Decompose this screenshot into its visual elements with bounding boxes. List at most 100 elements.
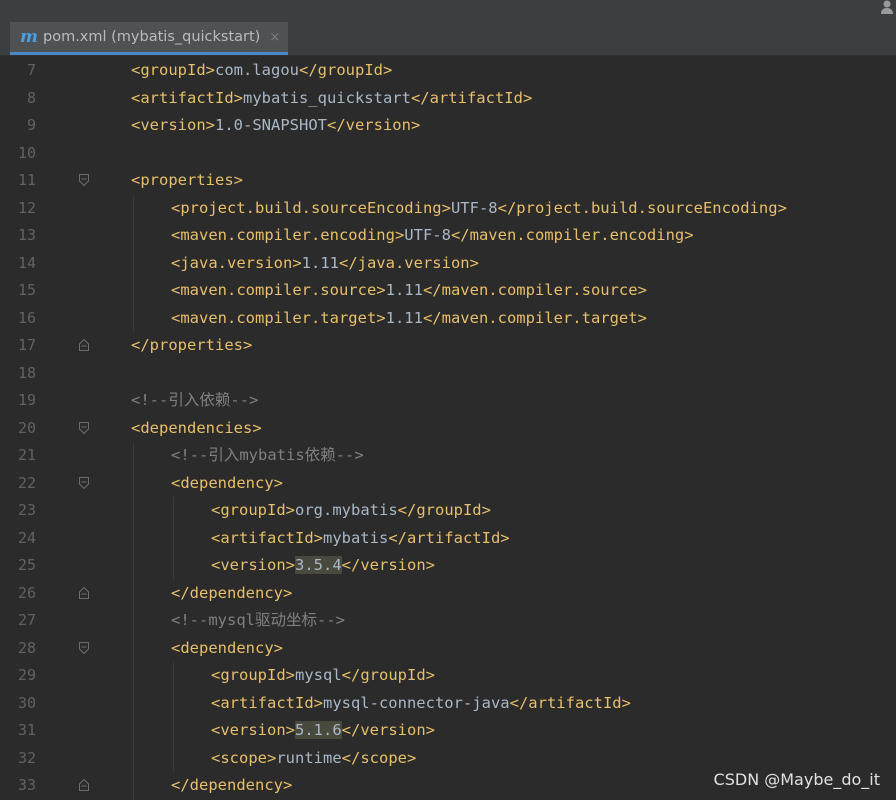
code-line[interactable]: 9 <version>1.0-SNAPSHOT</version> bbox=[0, 112, 896, 140]
xml-value: 1.11 bbox=[385, 308, 423, 327]
code-text: <artifactId>mysql-connector-java</artifa… bbox=[211, 690, 631, 718]
xml-tag: <groupId> bbox=[211, 666, 295, 684]
xml-tag: </groupId> bbox=[397, 501, 491, 519]
xml-tag: <maven.compiler.target> bbox=[171, 308, 386, 327]
fold-open-icon[interactable] bbox=[79, 641, 89, 654]
xml-value: 1.11 bbox=[301, 253, 339, 272]
code-text: <dependency> bbox=[171, 470, 283, 498]
xml-tag: </project.build.sourceEncoding> bbox=[497, 198, 787, 217]
code-line[interactable]: 17 </properties> bbox=[0, 332, 896, 360]
code-line[interactable]: 20 <dependencies> bbox=[0, 415, 896, 443]
fold-open-icon[interactable] bbox=[79, 174, 89, 186]
code-line[interactable]: 7 <groupId>com.lagou</groupId> bbox=[0, 57, 896, 85]
code-text: <groupId>mysql</groupId> bbox=[211, 662, 435, 690]
code-line[interactable]: 15 <maven.compiler.source>1.11</maven.com… bbox=[0, 277, 896, 305]
fold-close-icon[interactable] bbox=[79, 339, 89, 351]
tab-label: pom.xml (mybatis_quickstart) bbox=[43, 29, 261, 45]
code-text: <maven.compiler.target>1.11</maven.compi… bbox=[171, 305, 647, 333]
code-line[interactable]: 12 <project.build.sourceEncoding>UTF-8</p… bbox=[0, 194, 896, 222]
code-line[interactable]: 28 <dependency> bbox=[0, 634, 896, 663]
xml-tag: </scope> bbox=[341, 748, 417, 767]
xml-tag: <maven.compiler.encoding> bbox=[171, 226, 405, 244]
line-number: 26 bbox=[17, 583, 36, 602]
tab-pom-xml[interactable]: m pom.xml (mybatis_quickstart) × bbox=[10, 22, 289, 55]
code-text: <groupId>com.lagou</groupId> bbox=[131, 57, 392, 85]
code-line[interactable]: 25 <version>3.5.4</version> bbox=[0, 552, 896, 580]
xml-tag: </artifactId> bbox=[388, 528, 510, 547]
indent-guide bbox=[133, 689, 134, 717]
code-line[interactable]: 30 <artifactId>mysql-connector-java</arti… bbox=[0, 689, 896, 718]
code-line[interactable]: 31 <version>5.1.6</version> bbox=[0, 717, 896, 745]
code-text: <!--引入mybatis依赖--> bbox=[171, 442, 364, 470]
indent-guide bbox=[133, 662, 134, 690]
xml-value: runtime bbox=[276, 748, 342, 767]
code-text: <dependency> bbox=[171, 635, 283, 663]
code-line[interactable]: 32 <scope>runtime</scope> bbox=[0, 744, 896, 772]
code-text: </dependency> bbox=[171, 772, 292, 800]
code-line[interactable]: 16 <maven.compiler.target>1.11</maven.com… bbox=[0, 304, 896, 333]
indent-guide bbox=[173, 497, 174, 525]
code-line[interactable]: 29 <groupId>mysql</groupId> bbox=[0, 662, 896, 690]
xml-value: UTF-8 bbox=[450, 198, 498, 217]
xml-value: 1.11 bbox=[385, 281, 423, 299]
indent-guide bbox=[173, 689, 174, 717]
code-line[interactable]: 13 <maven.compiler.encoding>UTF-8</maven.… bbox=[0, 222, 896, 250]
indent-guide bbox=[173, 662, 174, 690]
xml-tag: <artifactId> bbox=[211, 693, 323, 712]
indent-guide bbox=[133, 222, 134, 250]
indent-guide bbox=[133, 607, 134, 635]
xml-tag: </maven.compiler.source> bbox=[422, 281, 647, 299]
code-line[interactable]: 8 <artifactId>mybatis_quickstart</artifac… bbox=[0, 85, 896, 113]
line-number: 23 bbox=[17, 501, 36, 519]
fold-close-icon[interactable] bbox=[79, 586, 89, 599]
xml-value: com.lagou bbox=[215, 61, 299, 79]
user-icon[interactable] bbox=[880, 0, 894, 14]
line-number: 33 bbox=[17, 776, 36, 794]
xml-value: mysql bbox=[295, 666, 342, 684]
line-number: 29 bbox=[17, 666, 36, 684]
xml-value: 5.1.6 bbox=[295, 721, 342, 739]
code-text: <artifactId>mybatis_quickstart</artifact… bbox=[131, 85, 532, 113]
xml-value: 1.0-SNAPSHOT bbox=[215, 116, 327, 134]
indent-guide bbox=[133, 194, 134, 222]
code-line[interactable]: 21 <!--引入mybatis依赖--> bbox=[0, 442, 896, 470]
line-number: 28 bbox=[17, 638, 36, 657]
code-editor[interactable]: 7 <groupId>com.lagou</groupId> 8 <artifactI… bbox=[0, 56, 896, 800]
maven-file-icon: m bbox=[20, 27, 38, 47]
xml-tag: <artifactId> bbox=[131, 88, 243, 107]
xml-tag: <properties> bbox=[131, 171, 243, 189]
fold-open-icon[interactable] bbox=[79, 421, 89, 434]
code-line[interactable]: 22 <dependency> bbox=[0, 469, 896, 498]
line-number: 31 bbox=[17, 721, 36, 739]
indent-guide bbox=[133, 277, 134, 305]
indent-guide bbox=[133, 717, 134, 745]
xml-tag: </artifactId> bbox=[410, 88, 533, 107]
code-line[interactable]: 24 <artifactId>mybatis</artifactId> bbox=[0, 524, 896, 552]
fold-close-icon[interactable] bbox=[79, 779, 89, 791]
code-line[interactable]: 11 <properties> bbox=[0, 167, 896, 195]
line-number: 20 bbox=[17, 418, 36, 437]
code-line[interactable]: 27 <!--mysql驱动坐标--> bbox=[0, 607, 896, 635]
code-line[interactable]: 10 bbox=[0, 140, 896, 168]
code-line[interactable]: 26 </dependency> bbox=[0, 579, 896, 607]
code-text: <version>5.1.6</version> bbox=[211, 717, 435, 745]
line-number: 21 bbox=[17, 446, 36, 464]
indent-guide bbox=[133, 552, 134, 580]
code-line[interactable]: 14 <java.version>1.11</java.version> bbox=[0, 249, 896, 277]
xml-value: UTF-8 bbox=[404, 226, 451, 244]
code-line[interactable]: 23 <groupId>org.mybatis</groupId> bbox=[0, 497, 896, 525]
indent-guide bbox=[133, 469, 134, 497]
close-icon[interactable]: × bbox=[269, 30, 280, 45]
xml-tag: <groupId> bbox=[211, 501, 295, 519]
line-number: 30 bbox=[17, 693, 36, 712]
indent-guide bbox=[173, 524, 174, 552]
xml-tag: <version> bbox=[211, 721, 295, 739]
code-line[interactable]: 19 <!--引入依赖--> bbox=[0, 387, 896, 415]
indent-guide bbox=[133, 524, 134, 552]
fold-open-icon[interactable] bbox=[79, 476, 89, 489]
xml-tag: </version> bbox=[326, 116, 421, 134]
indent-guide bbox=[173, 744, 174, 772]
code-line[interactable]: 18 bbox=[0, 360, 896, 388]
watermark: CSDN @Maybe_do_it bbox=[713, 770, 880, 789]
xml-comment: <!--mysql驱动坐标--> bbox=[171, 611, 345, 629]
